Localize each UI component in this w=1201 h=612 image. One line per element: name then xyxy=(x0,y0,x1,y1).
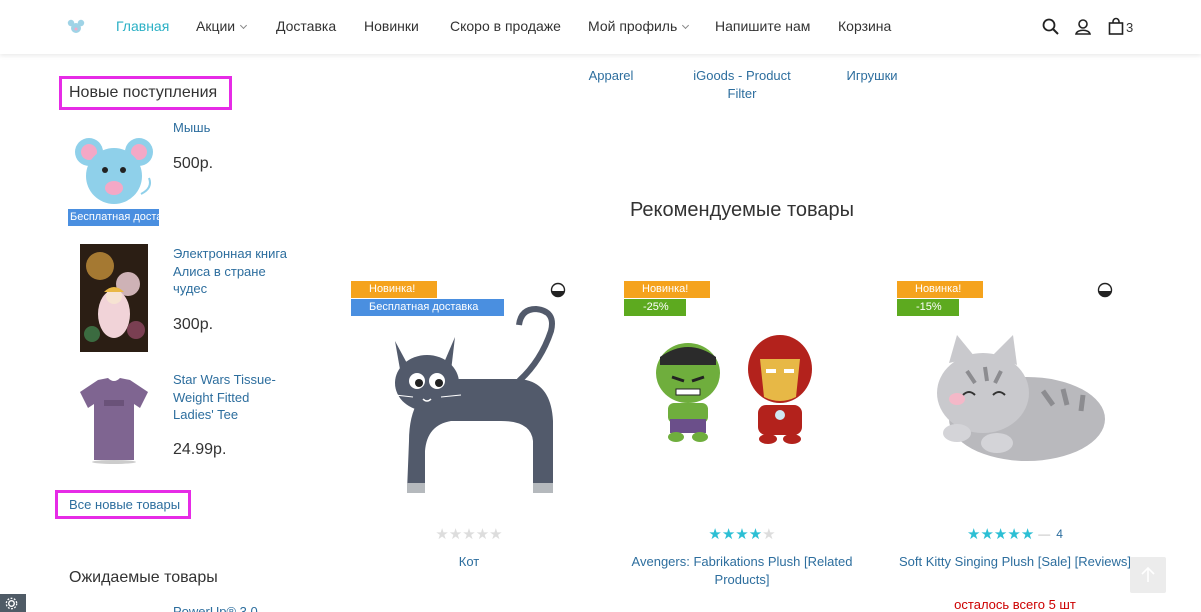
scroll-to-top-button[interactable] xyxy=(1130,557,1166,593)
free-shipping-badge: Бесплатная доставка xyxy=(351,299,504,316)
settings-toggle[interactable] xyxy=(0,594,26,612)
nav-my-profile-label: Мой профиль xyxy=(588,18,678,34)
featured-products-title: Рекомендуемые товары xyxy=(0,199,1201,222)
nav-promotions[interactable]: Акции xyxy=(196,18,248,34)
product-card: Новинка! -15% ★★★★★ — 4 Soft Kitty Singing… xyxy=(897,281,1133,612)
sidebar-product-price: 500р. xyxy=(173,155,214,172)
rating-separator: — xyxy=(1038,527,1051,541)
nav-contact-us[interactable]: Напишите нам xyxy=(715,18,810,34)
star-icon: ★★★★★ xyxy=(967,526,1035,543)
product-card: Новинка! Бесплатная доставка ★★★★★ Кот xyxy=(351,281,587,601)
rating-stars: ★★★★★ — 4 xyxy=(897,525,1133,543)
arrow-up-icon xyxy=(1141,566,1155,582)
sidebar-product-price: 300р. xyxy=(173,316,214,333)
all-new-products-link[interactable]: Все новые товары xyxy=(69,497,180,512)
star-icon: ★★★★★ xyxy=(435,526,503,543)
star-icon: ★★★★ xyxy=(708,526,763,543)
rating-stars: ★★★★★ xyxy=(351,525,587,543)
category-toys[interactable]: Игрушки xyxy=(832,67,912,85)
compare-icon[interactable] xyxy=(1097,282,1113,298)
soft-kitty-plush-image[interactable] xyxy=(897,301,1133,501)
nav-coming-soon[interactable]: Скоро в продаже xyxy=(450,18,561,34)
featured-title-text: Рекомендуемые товары xyxy=(629,199,855,221)
nav-my-profile[interactable]: Мой профиль xyxy=(588,18,690,34)
tshirt-product-image[interactable] xyxy=(74,374,154,466)
chevron-down-icon xyxy=(682,21,690,30)
logo-icon[interactable] xyxy=(67,18,85,36)
sidebar-product-price: 24.99р. xyxy=(173,441,227,458)
new-arrivals-title: Новые поступления xyxy=(69,84,218,101)
product-name[interactable]: Кот xyxy=(351,553,587,571)
alice-book-image[interactable] xyxy=(80,244,148,352)
upcoming-products-title: Ожидаемые товары xyxy=(69,569,218,586)
compare-icon[interactable] xyxy=(550,282,566,298)
rating-stars: ★★★★★ xyxy=(624,525,860,543)
product-card: Новинка! -25% ★★★★★ Avengers: Fabrikatio… xyxy=(624,281,860,601)
nav-new-products[interactable]: Новинки xyxy=(364,18,419,34)
shopping-bag-icon[interactable] xyxy=(1106,17,1126,37)
discount-badge: -25% xyxy=(624,299,686,316)
site-header: Главная Акции Доставка Новинки Скоро в п… xyxy=(0,0,1201,54)
user-icon[interactable] xyxy=(1073,17,1093,37)
category-igoods-product-filter[interactable]: iGoods - Product Filter xyxy=(690,67,794,102)
product-name[interactable]: Soft Kitty Singing Plush [Sale] [Reviews… xyxy=(897,553,1133,571)
cat-product-image[interactable] xyxy=(351,301,587,501)
discount-badge: -15% xyxy=(897,299,959,316)
star-icon: ★ xyxy=(762,526,776,543)
new-badge: Новинка! xyxy=(351,281,437,298)
nav-promotions-label: Акции xyxy=(196,18,236,34)
avengers-plush-image[interactable] xyxy=(624,301,860,501)
nav-home[interactable]: Главная xyxy=(116,18,169,34)
sidebar-product-name[interactable]: PowerUp® 3.0 xyxy=(173,603,288,612)
chevron-down-icon xyxy=(240,21,248,30)
stock-status: осталось всего 5 шт xyxy=(954,597,1076,612)
cart-count: 3 xyxy=(1126,20,1134,35)
search-icon[interactable] xyxy=(1041,17,1061,37)
category-apparel[interactable]: Apparel xyxy=(571,67,651,85)
nav-cart[interactable]: Корзина xyxy=(838,18,891,34)
gear-icon xyxy=(5,597,18,610)
sidebar-product-name[interactable]: Star Wars Tissue-Weight Fitted Ladies' T… xyxy=(173,371,288,424)
sidebar-product-name[interactable]: Электронная книга Алиса в стране чудес xyxy=(173,245,288,298)
review-count[interactable]: 4 xyxy=(1056,527,1063,541)
sidebar-product-name[interactable]: Мышь xyxy=(173,119,288,137)
new-badge: Новинка! xyxy=(897,281,983,298)
nav-delivery[interactable]: Доставка xyxy=(276,18,336,34)
product-name[interactable]: Avengers: Fabrikations Plush [Related Pr… xyxy=(624,553,860,589)
new-badge: Новинка! xyxy=(624,281,710,298)
